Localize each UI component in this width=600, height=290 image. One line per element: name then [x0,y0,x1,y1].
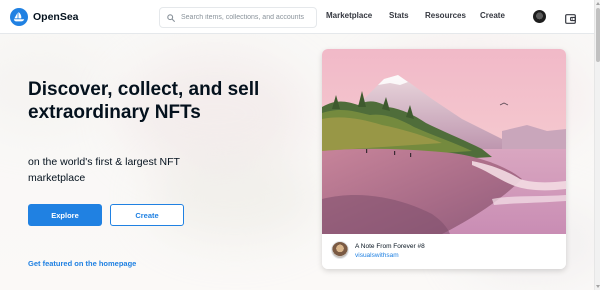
hero-subtitle: on the world's first & largest NFT marke… [28,156,180,184]
scrollbar-thumb[interactable] [596,8,600,62]
search-bar[interactable] [159,7,317,28]
creator-name-link[interactable]: visualswithsam [355,252,399,259]
scroll-down-icon[interactable] [596,285,600,288]
nav-marketplace[interactable]: Marketplace [326,11,372,20]
opensea-logo-icon [10,8,28,26]
card-footer: A Note From Forever #8 visualswithsam [322,234,566,269]
nft-name[interactable]: A Note From Forever #8 [355,243,425,250]
nav-stats[interactable]: Stats [389,11,409,20]
app-name: OpenSea [33,11,79,23]
create-button[interactable]: Create [110,204,184,226]
nav-create[interactable]: Create [480,11,505,20]
search-input[interactable] [181,14,309,21]
explore-button[interactable]: Explore [28,204,102,226]
wallet-icon[interactable] [565,11,576,29]
top-navigation-bar: OpenSea Marketplace Stats Resources Crea… [0,0,594,34]
hero-title: Discover, collect, and sell extraordinar… [28,79,260,123]
profile-icon[interactable] [533,10,546,23]
get-featured-link[interactable]: Get featured on the homepage [28,259,136,268]
logo-link[interactable]: OpenSea [10,8,79,26]
page-scrollbar[interactable] [594,0,600,290]
search-icon [167,13,175,22]
nav-resources[interactable]: Resources [425,11,466,20]
featured-nft-card[interactable]: A Note From Forever #8 visualswithsam [322,49,566,269]
scroll-up-icon[interactable] [596,2,600,5]
creator-avatar[interactable] [331,241,349,259]
featured-nft-image [322,49,566,234]
page: OpenSea Marketplace Stats Resources Crea… [0,0,600,290]
